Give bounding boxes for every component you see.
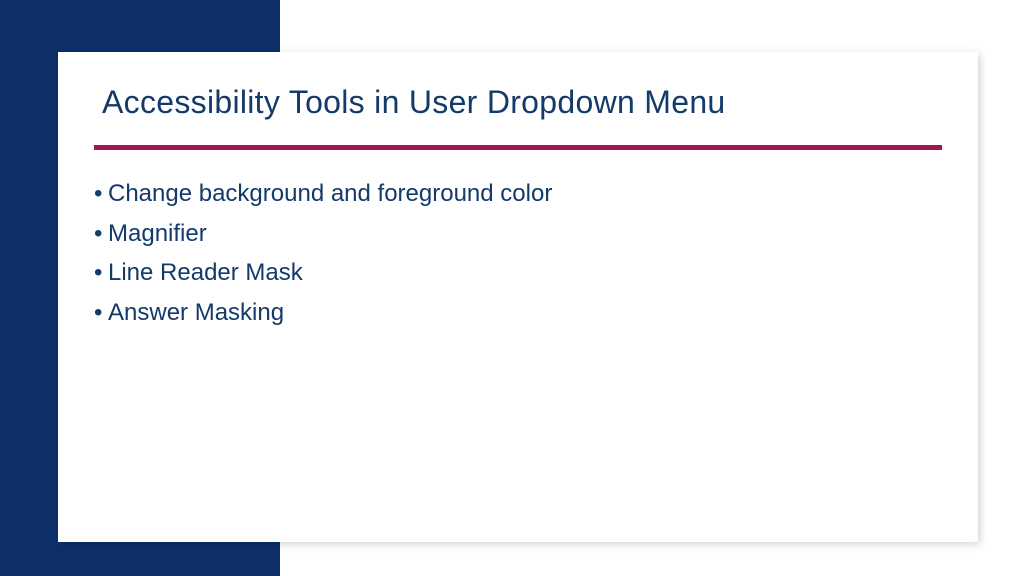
list-item: Answer Masking bbox=[94, 293, 942, 333]
list-item: Change background and foreground color bbox=[94, 174, 942, 214]
slide-card: Accessibility Tools in User Dropdown Men… bbox=[58, 52, 978, 542]
title-divider bbox=[94, 145, 942, 150]
list-item: Magnifier bbox=[94, 214, 942, 254]
slide-title: Accessibility Tools in User Dropdown Men… bbox=[102, 84, 942, 121]
bullet-list: Change background and foreground color M… bbox=[94, 174, 942, 332]
list-item: Line Reader Mask bbox=[94, 253, 942, 293]
